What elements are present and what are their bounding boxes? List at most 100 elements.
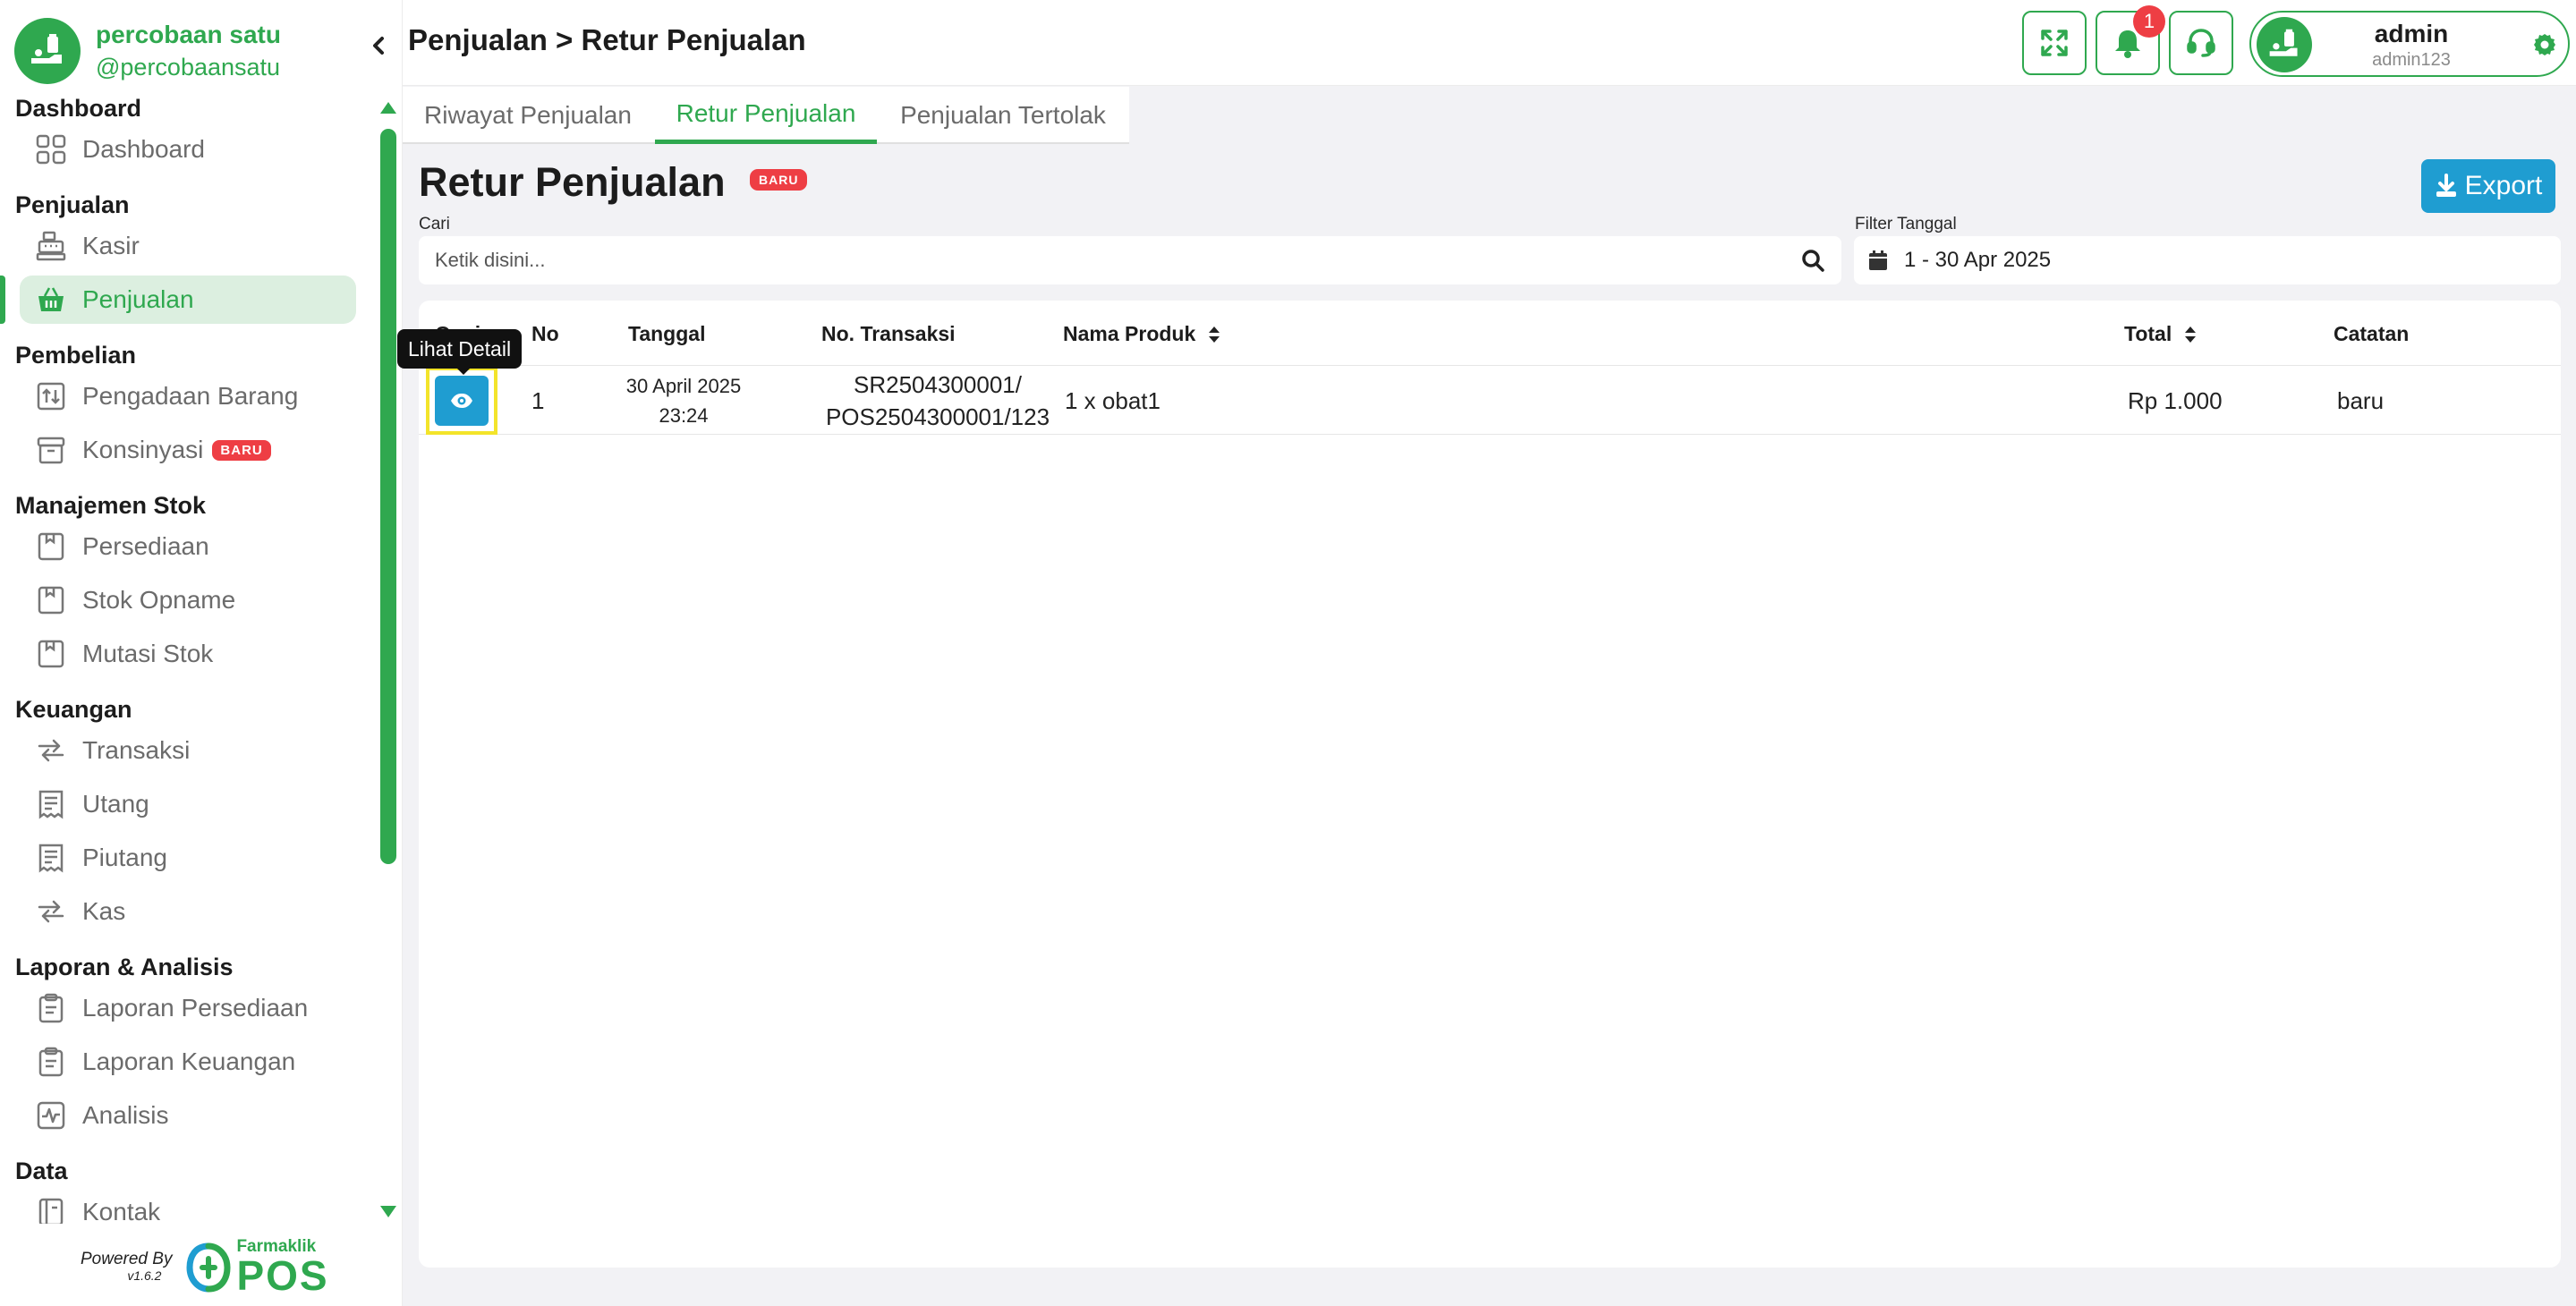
contact-book-icon (34, 1195, 68, 1224)
view-detail-button[interactable] (435, 376, 489, 426)
stock-opname-icon (34, 583, 68, 617)
sidebar-item-label: Piutang (82, 844, 167, 871)
sidebar-item-label: Persediaan (82, 532, 209, 560)
sidebar-item-label: Kas (82, 897, 126, 925)
cell-no: 1 (531, 386, 545, 414)
gear-icon[interactable] (2532, 32, 2557, 57)
dashboard-grid-icon (34, 132, 68, 166)
cash-register-icon (34, 229, 68, 263)
search-input[interactable] (435, 236, 1777, 284)
fullscreen-button[interactable] (2022, 11, 2087, 75)
tab-riwayat-penjualan[interactable]: Riwayat Penjualan (403, 87, 653, 144)
tab-retur-penjualan[interactable]: Retur Penjualan (655, 87, 877, 144)
table-row: 1 30 April 2025 23:24 SR2504300001/ POS2… (419, 367, 2561, 435)
sidebar-item-penjualan[interactable]: Penjualan (20, 276, 356, 324)
sidebar-item-transaksi[interactable]: Transaksi (20, 726, 356, 775)
column-header-label: Nama Produk (1063, 322, 1196, 345)
sidebar-item-label: Kontak (82, 1198, 161, 1224)
sidebar-item-kontak[interactable]: Kontak (20, 1188, 356, 1224)
header-divider (419, 365, 2561, 366)
sidebar-item-laporan-persediaan[interactable]: Laporan Persediaan (20, 984, 356, 1032)
nav-section-title: Dashboard (15, 95, 142, 122)
search-icon[interactable] (1800, 248, 1825, 273)
sidebar-item-kasir[interactable]: Kasir (20, 222, 356, 270)
sidebar-item-dashboard[interactable]: Dashboard (20, 125, 356, 174)
cell-total: Rp 1.000 (2128, 386, 2223, 414)
headset-icon (2185, 27, 2217, 59)
search-label: Cari (419, 215, 450, 233)
date-filter-value: 1 - 30 Apr 2025 (1904, 248, 2052, 272)
sidebar-item-label: Kasir (82, 232, 140, 259)
column-header-nama-produk[interactable]: Nama Produk (1063, 322, 1220, 346)
tab-penjualan-tertolak[interactable]: Penjualan Tertolak (879, 87, 1127, 144)
sidebar-item-stok-opname[interactable]: Stok Opname (20, 576, 356, 624)
sidebar-item-kas[interactable]: Kas (20, 887, 356, 936)
sidebar-item-konsinyasi[interactable]: Konsinyasi BARU (20, 426, 356, 474)
column-header-total[interactable]: Total (2124, 322, 2197, 346)
sidebar-item-mutasi-stok[interactable]: Mutasi Stok (20, 630, 356, 678)
scroll-up-arrow-icon[interactable] (380, 102, 396, 114)
scroll-down-arrow-icon[interactable] (380, 1206, 396, 1217)
date-filter-label: Filter Tanggal (1855, 215, 1957, 233)
pos-wordmark: POS (236, 1252, 329, 1299)
sidebar-nav: Dashboard Dashboard Penjualan Kasir Penj… (0, 89, 367, 1224)
sidebar-item-label: Konsinyasi (82, 436, 204, 463)
cell-date-day: 30 April 2025 (625, 375, 742, 397)
nav-section-title: Laporan & Analisis (15, 954, 234, 980)
brand-name: percobaan satu (96, 21, 281, 49)
notification-button[interactable]: 1 (2096, 5, 2165, 75)
user-menu[interactable]: admin admin123 (2249, 11, 2570, 77)
download-icon (2435, 174, 2458, 199)
calendar-icon (1868, 250, 1888, 271)
sidebar-item-label: Mutasi Stok (82, 640, 214, 667)
receipt-icon (34, 787, 68, 821)
brand-logo (14, 18, 81, 84)
sidebar-item-utang[interactable]: Utang (20, 780, 356, 828)
nav-section-title: Manajemen Stok (15, 492, 207, 519)
version-label: v1.6.2 (127, 1268, 162, 1284)
sidebar-item-persediaan[interactable]: Persediaan (20, 522, 356, 571)
cell-note: baru (2337, 386, 2385, 414)
returns-table: Opsi No Tanggal No. Transaksi Nama Produ… (419, 301, 2561, 1268)
tooltip: Lihat Detail (397, 329, 523, 369)
export-label: Export (2464, 171, 2543, 200)
sidebar-item-label: Analisis (82, 1101, 169, 1129)
exchange-arrows-icon (34, 895, 68, 929)
sort-icon[interactable] (2184, 325, 2197, 344)
sidebar-item-label: Laporan Keuangan (82, 1047, 296, 1075)
sidebar-item-laporan-keuangan[interactable]: Laporan Keuangan (20, 1038, 356, 1086)
column-header-no-transaksi: No. Transaksi (821, 322, 956, 345)
sidebar-scrollbar[interactable] (379, 98, 397, 1225)
tab-bar: Riwayat Penjualan Retur Penjualan Penjua… (403, 87, 1129, 144)
procurement-icon (34, 379, 68, 413)
column-header-no: No (531, 322, 559, 345)
new-badge: BARU (212, 439, 271, 461)
user-name: admin (2374, 20, 2449, 47)
sidebar-item-analisis[interactable]: Analisis (20, 1091, 356, 1140)
brand: percobaan satu @percobaansatu (14, 16, 281, 86)
inventory-icon (34, 530, 68, 564)
sidebar-item-label: Pengadaan Barang (82, 382, 299, 410)
cell-date: 30 April 2025 23:24 (617, 367, 750, 435)
receipt-icon (34, 841, 68, 875)
column-header-catatan: Catatan (2334, 322, 2410, 345)
user-username: admin123 (2372, 50, 2451, 70)
archive-box-icon (34, 433, 68, 467)
sidebar-item-label: Utang (82, 790, 149, 818)
scrollbar-thumb[interactable] (380, 129, 396, 864)
sidebar-item-pengadaan-barang[interactable]: Pengadaan Barang (20, 372, 356, 420)
sidebar-item-label: Laporan Persediaan (82, 994, 309, 1022)
export-button[interactable]: Export (2421, 159, 2555, 213)
sort-icon[interactable] (1208, 325, 1220, 344)
expand-arrows-icon (2039, 28, 2070, 58)
tooltip-arrow (456, 368, 471, 375)
collapse-sidebar-button[interactable] (365, 32, 392, 59)
clipboard-icon (34, 1045, 68, 1079)
chevron-left-icon (371, 36, 386, 55)
focus-highlight (426, 367, 497, 435)
date-filter[interactable]: 1 - 30 Apr 2025 (1854, 236, 2561, 284)
sidebar-item-piutang[interactable]: Piutang (20, 834, 356, 882)
cell-product: 1 x obat1 (1065, 386, 1160, 414)
cell-transaction-line1: SR2504300001/ (854, 370, 1022, 398)
support-button[interactable] (2169, 11, 2233, 75)
